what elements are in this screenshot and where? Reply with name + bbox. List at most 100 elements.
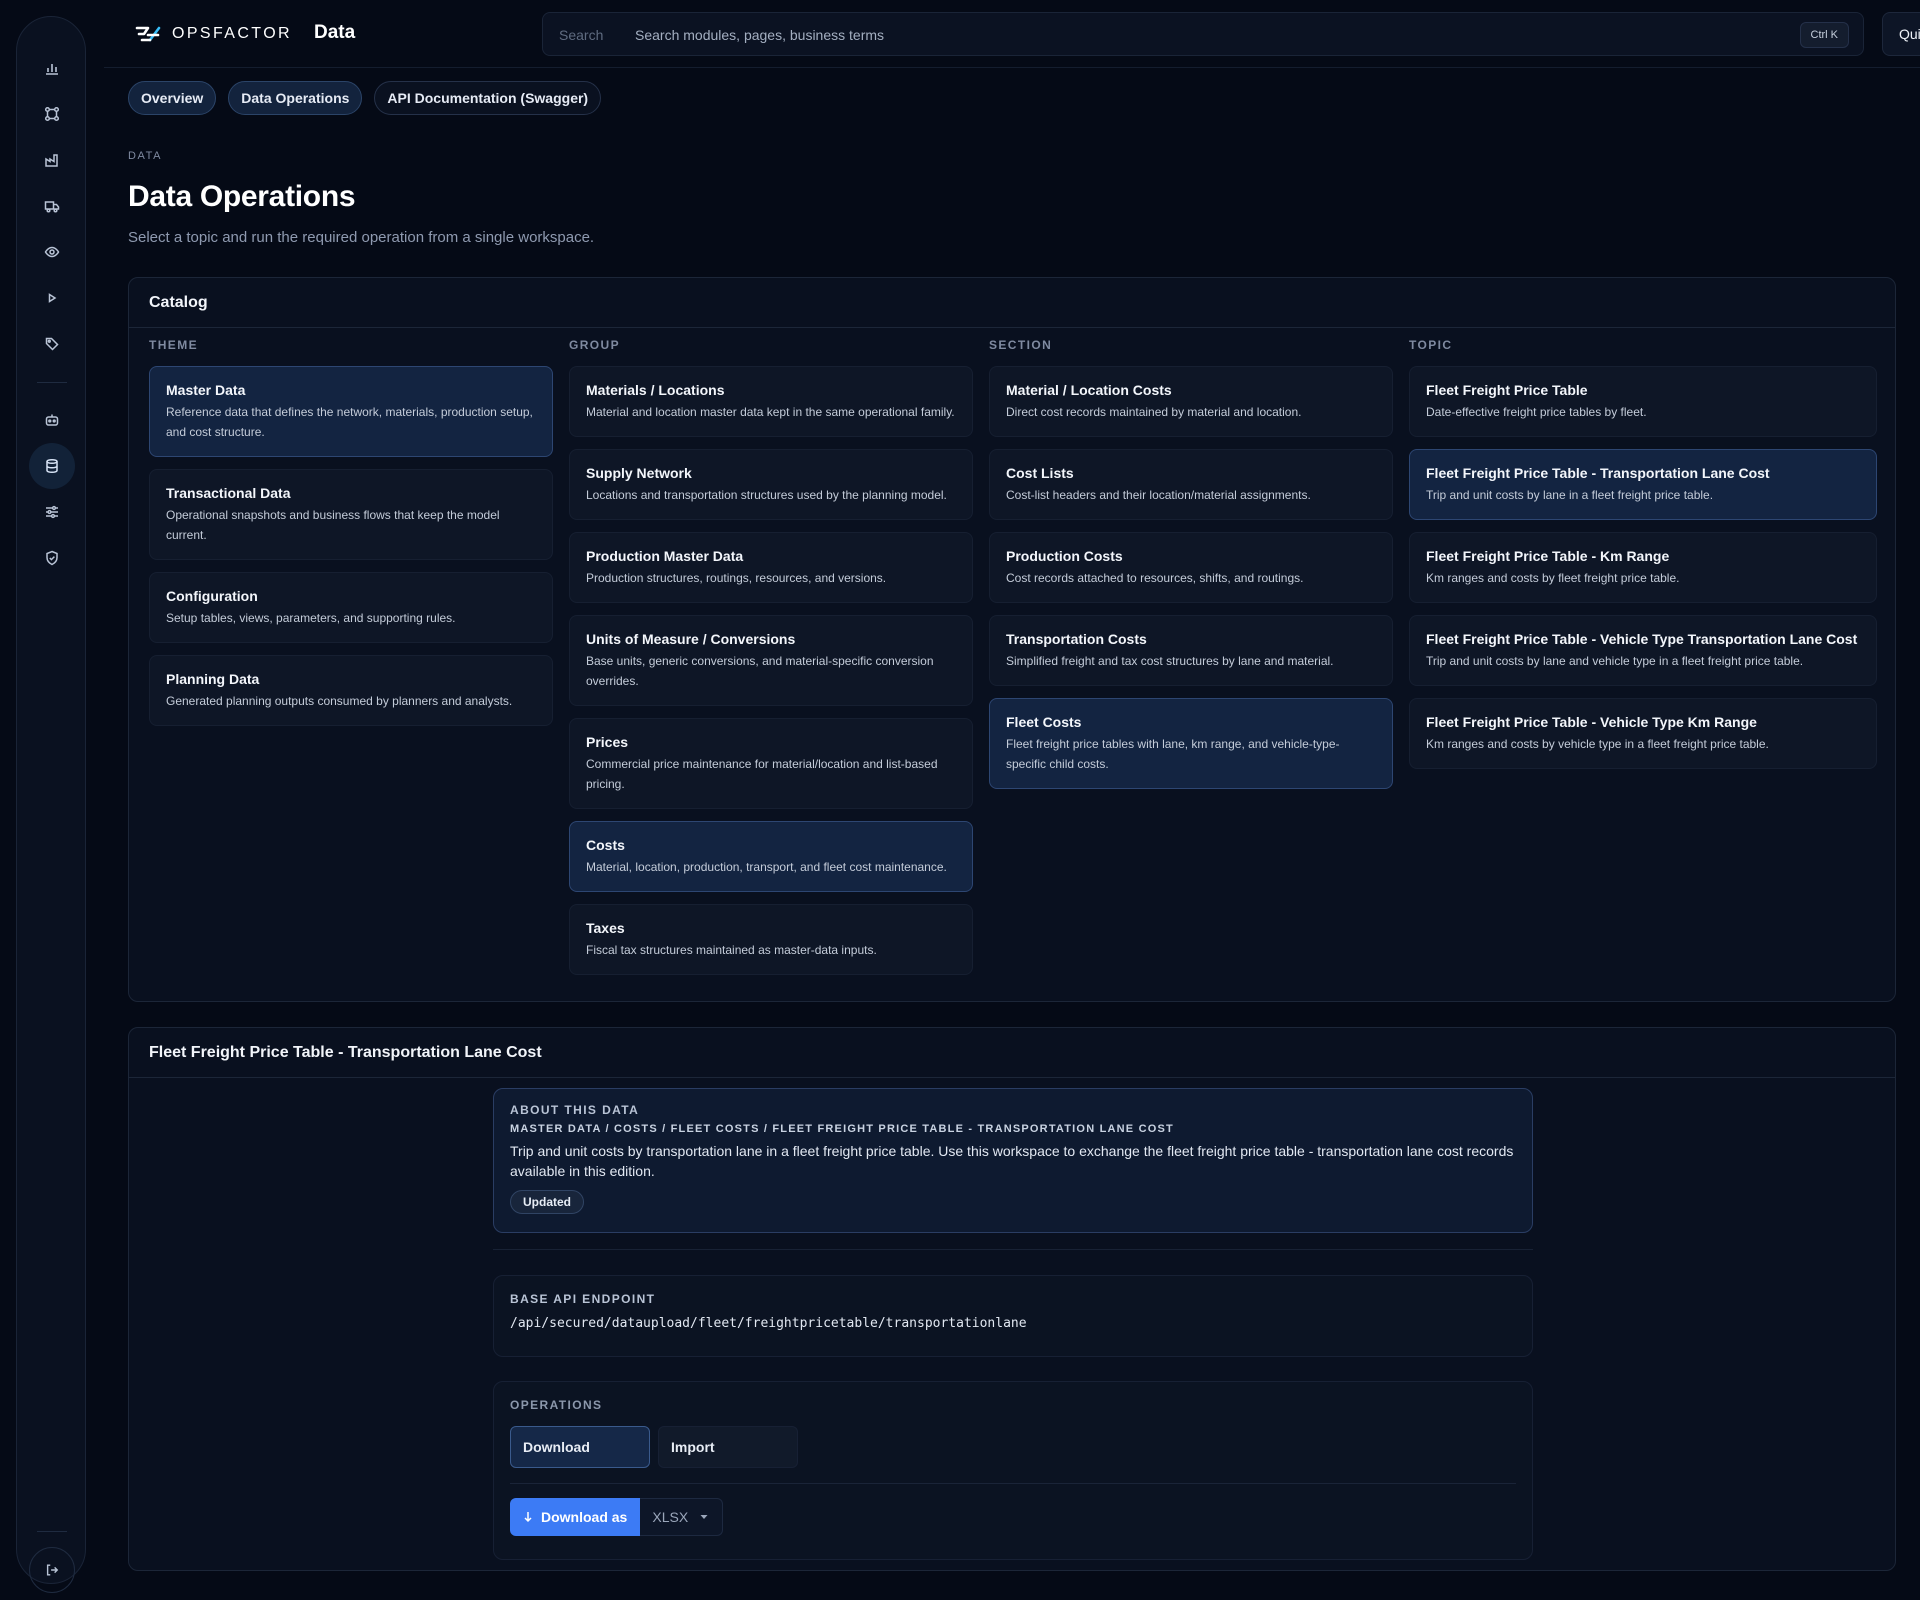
factory-icon[interactable]	[29, 137, 75, 183]
bar-chart-icon[interactable]	[29, 45, 75, 91]
tab-overview[interactable]: Overview	[128, 81, 217, 115]
search-label: Search	[559, 27, 604, 43]
group-card-taxes[interactable]: Taxes Fiscal tax structures maintained a…	[569, 904, 973, 975]
card-title: Fleet Costs	[1006, 714, 1082, 730]
theme-card-transactional-data[interactable]: Transactional Data Operational snapshots…	[149, 469, 553, 560]
brand[interactable]: OPSFACTOR	[134, 20, 292, 48]
operation-toggle: Download Import	[510, 1426, 1516, 1468]
rail-divider-bottom	[37, 1531, 67, 1532]
page-subtitle: Select a topic and run the required oper…	[128, 229, 595, 246]
card-title: Costs	[586, 837, 625, 853]
download-as-label: Download as	[541, 1509, 628, 1525]
card-description: Trip and unit costs by lane and vehicle …	[1426, 654, 1804, 668]
quick-actions-button[interactable]: Quick actions	[1882, 12, 1920, 56]
search-input[interactable]	[635, 21, 1715, 49]
catalog-panel: Catalog THEME Master Data Reference data…	[128, 277, 1896, 1002]
operations-divider	[510, 1483, 1516, 1484]
column-header: TOPIC	[1409, 338, 1453, 352]
card-description: Setup tables, views, parameters, and sup…	[166, 611, 456, 625]
section-card-cost-lists[interactable]: Cost Lists Cost-list headers and their l…	[989, 449, 1393, 520]
sliders-icon[interactable]	[29, 489, 75, 535]
tab-api-documentation[interactable]: API Documentation (Swagger)	[374, 81, 602, 115]
logout-icon[interactable]	[29, 1547, 75, 1593]
card-description: Production structures, routings, resourc…	[586, 571, 887, 585]
robot-icon[interactable]	[29, 397, 75, 443]
section-card-transportation-costs[interactable]: Transportation Costs Simplified freight …	[989, 615, 1393, 686]
module-title: Data	[314, 22, 356, 43]
group-card-units-of-measure[interactable]: Units of Measure / Conversions Base unit…	[569, 615, 973, 706]
endpoint-label: BASE API ENDPOINT	[510, 1292, 656, 1306]
theme-card-planning-data[interactable]: Planning Data Generated planning outputs…	[149, 655, 553, 726]
card-title: Fleet Freight Price Table - Vehicle Type…	[1426, 631, 1858, 647]
column-header: SECTION	[989, 338, 1053, 352]
card-description: Commercial price maintenance for materia…	[586, 757, 938, 791]
card-title: Configuration	[166, 588, 258, 604]
card-description: Date-effective freight price tables by f…	[1426, 405, 1647, 419]
format-select[interactable]: XLSX	[640, 1498, 724, 1536]
card-title: Fleet Freight Price Table - Transportati…	[1426, 465, 1770, 481]
group-card-production-master-data[interactable]: Production Master Data Production struct…	[569, 532, 973, 603]
operations-card: OPERATIONS Download Import Download as X…	[493, 1381, 1533, 1560]
card-title: Fleet Freight Price Table	[1426, 382, 1588, 398]
card-description: Fiscal tax structures maintained as mast…	[586, 943, 877, 957]
opsfactor-logo-icon	[134, 22, 162, 46]
group-card-prices[interactable]: Prices Commercial price maintenance for …	[569, 718, 973, 809]
topic-card-fleet-freight-price-table[interactable]: Fleet Freight Price Table Date-effective…	[1409, 366, 1877, 437]
section-divider	[493, 1249, 1533, 1250]
section-card-fleet-costs[interactable]: Fleet Costs Fleet freight price tables w…	[989, 698, 1393, 789]
rail-divider	[37, 382, 67, 383]
card-description: Direct cost records maintained by materi…	[1006, 405, 1302, 419]
section-card-material-location-costs[interactable]: Material / Location Costs Direct cost re…	[989, 366, 1393, 437]
group-card-supply-network[interactable]: Supply Network Locations and transportat…	[569, 449, 973, 520]
detail-panel: Fleet Freight Price Table - Transportati…	[128, 1027, 1896, 1571]
database-icon[interactable]	[29, 443, 75, 489]
breadcrumb-path: MASTER DATA / COSTS / FLEET COSTS / FLEE…	[510, 1123, 1174, 1135]
global-search[interactable]: Search Ctrl K	[542, 12, 1864, 56]
truck-icon[interactable]	[29, 183, 75, 229]
about-description: Trip and unit costs by transportation la…	[510, 1143, 1514, 1179]
column-header: THEME	[149, 338, 198, 352]
caret-down-icon	[700, 1514, 708, 1520]
topic-card-transportation-lane-cost[interactable]: Fleet Freight Price Table - Transportati…	[1409, 449, 1877, 520]
play-icon[interactable]	[29, 275, 75, 321]
shield-icon[interactable]	[29, 535, 75, 581]
about-card: ABOUT THIS DATA MASTER DATA / COSTS / FL…	[493, 1088, 1533, 1233]
topic-card-vehicle-type-lane-cost[interactable]: Fleet Freight Price Table - Vehicle Type…	[1409, 615, 1877, 686]
card-description: Generated planning outputs consumed by p…	[166, 694, 513, 708]
theme-card-master-data[interactable]: Master Data Reference data that defines …	[149, 366, 553, 457]
card-title: Master Data	[166, 382, 246, 398]
download-operation-button[interactable]: Download	[510, 1426, 650, 1468]
group-card-materials-locations[interactable]: Materials / Locations Material and locat…	[569, 366, 973, 437]
section-column: SECTION Material / Location Costs Direct…	[989, 338, 1393, 789]
topic-card-km-range[interactable]: Fleet Freight Price Table - Km Range Km …	[1409, 532, 1877, 603]
card-title: Materials / Locations	[586, 382, 725, 398]
card-description: Operational snapshots and business flows…	[166, 508, 500, 542]
card-title: Cost Lists	[1006, 465, 1074, 481]
theme-column: THEME Master Data Reference data that de…	[149, 338, 553, 726]
group-card-costs[interactable]: Costs Material, location, production, tr…	[569, 821, 973, 892]
eye-icon[interactable]	[29, 229, 75, 275]
group-column: GROUP Materials / Locations Material and…	[569, 338, 973, 975]
section-card-production-costs[interactable]: Production Costs Cost records attached t…	[989, 532, 1393, 603]
network-icon[interactable]	[29, 91, 75, 137]
card-title: Material / Location Costs	[1006, 382, 1172, 398]
card-title: Production Costs	[1006, 548, 1123, 564]
card-description: Base units, generic conversions, and mat…	[586, 654, 934, 688]
top-bar: OPSFACTOR Data Search Ctrl K Quick actio…	[104, 0, 1920, 68]
download-as-button[interactable]: Download as	[510, 1498, 641, 1536]
endpoint-url[interactable]: /api/secured/dataupload/fleet/freightpri…	[510, 1316, 1516, 1331]
detail-title: Fleet Freight Price Table - Transportati…	[129, 1028, 1895, 1078]
topic-card-vehicle-type-km-range[interactable]: Fleet Freight Price Table - Vehicle Type…	[1409, 698, 1877, 769]
theme-card-configuration[interactable]: Configuration Setup tables, views, param…	[149, 572, 553, 643]
tab-data-operations[interactable]: Data Operations	[228, 81, 363, 115]
tag-icon[interactable]	[29, 321, 75, 367]
import-operation-button[interactable]: Import	[658, 1426, 798, 1468]
card-title: Taxes	[586, 920, 625, 936]
card-description: Km ranges and costs by fleet freight pri…	[1426, 571, 1680, 585]
card-description: Material, location, production, transpor…	[586, 860, 947, 874]
card-description: Cost-list headers and their location/mat…	[1006, 488, 1311, 502]
format-value: XLSX	[652, 1509, 689, 1525]
card-title: Supply Network	[586, 465, 692, 481]
topic-column: TOPIC Fleet Freight Price Table Date-eff…	[1409, 338, 1877, 769]
card-title: Transportation Costs	[1006, 631, 1147, 647]
